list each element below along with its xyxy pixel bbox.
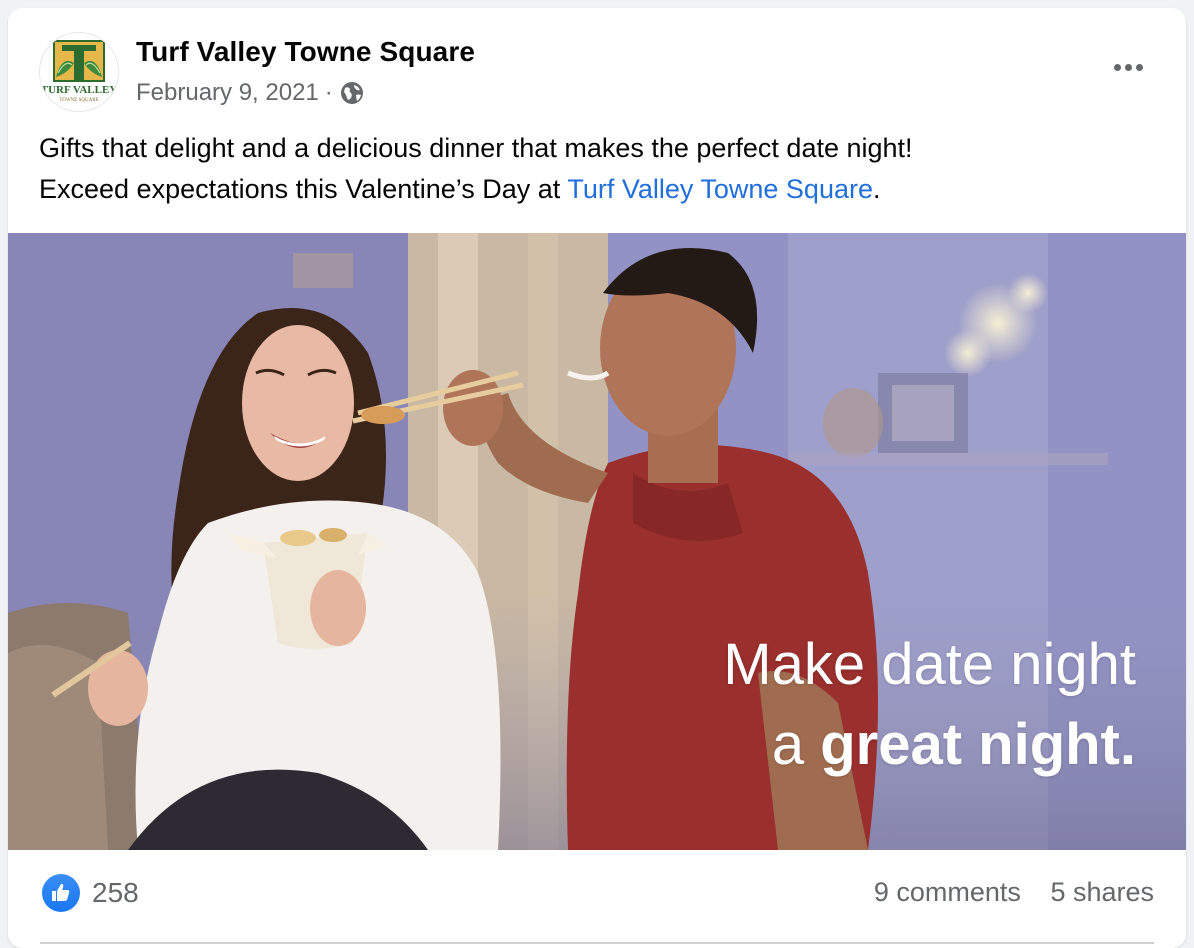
post-text-line1: Gifts that delight and a delicious dinne…	[39, 133, 913, 163]
page-avatar[interactable]: TURF VALLEY TOWNE SQUARE	[39, 32, 119, 112]
footer-divider	[40, 942, 1154, 944]
like-count[interactable]: 258	[92, 877, 139, 909]
post-meta: February 9, 2021 ·	[136, 78, 365, 108]
post-text: Gifts that delight and a delicious dinne…	[39, 128, 1159, 210]
shares-count[interactable]: 5 shares	[1050, 877, 1154, 907]
comments-count[interactable]: 9 comments	[874, 877, 1021, 907]
overlay-line2-prefix: a	[771, 712, 821, 777]
post-text-line2: Exceed expectations this Valentine’s Day…	[39, 169, 1159, 210]
post-card: TURF VALLEY TOWNE SQUARE Turf Valley Tow…	[8, 8, 1186, 948]
post-text-prefix: Exceed expectations this Valentine’s Day…	[39, 174, 568, 204]
logo-text-bottom: TOWNE SQUARE	[59, 98, 98, 103]
post-header: TURF VALLEY TOWNE SQUARE Turf Valley Tow…	[8, 8, 1186, 118]
post-footer: 258 9 comments 5 shares	[8, 850, 1186, 946]
post-date[interactable]: February 9, 2021	[136, 79, 319, 107]
like-icon[interactable]	[42, 874, 80, 912]
photo-overlay-text: Make date night a great night.	[723, 625, 1136, 785]
post-photo[interactable]: Make date night a great night.	[8, 233, 1186, 850]
logo-text-top: TURF VALLEY	[41, 84, 118, 96]
meta-separator: ·	[324, 79, 333, 106]
globe-icon[interactable]	[339, 80, 365, 106]
overlay-line2: a great night.	[723, 705, 1136, 785]
page-mention-link[interactable]: Turf Valley Towne Square	[567, 174, 873, 204]
overlay-line1: Make date night	[723, 632, 1136, 697]
more-options-icon[interactable]	[1108, 52, 1148, 82]
page-name[interactable]: Turf Valley Towne Square	[136, 36, 475, 68]
overlay-line2-bold: great night.	[820, 712, 1136, 777]
post-text-suffix: .	[873, 174, 881, 204]
post-stats: 9 comments 5 shares	[852, 877, 1154, 908]
turf-valley-logo-icon: TURF VALLEY TOWNE SQUARE	[40, 33, 118, 111]
